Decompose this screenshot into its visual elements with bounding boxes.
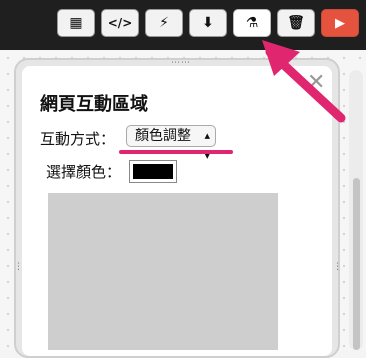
lightning-icon: ⚡ [159, 15, 169, 31]
lab-button[interactable]: ⚗ [233, 9, 271, 37]
scrollbar-thumb[interactable] [353, 178, 360, 350]
interaction-mode-label: 互動方式： [40, 130, 116, 148]
right-resize-handle[interactable]: ⋮ [333, 262, 342, 272]
top-toolbar: ▦ </> ⚡ ⬇ ⚗ 🗑 ▶ [0, 0, 366, 50]
flash-button[interactable]: ⚡ [145, 9, 183, 37]
trash-icon: 🗑 [287, 15, 305, 31]
interaction-mode-value: 顏色調整 [135, 128, 191, 144]
qr-code-button[interactable]: ▦ [57, 9, 95, 37]
color-picker[interactable] [129, 160, 177, 183]
panel-title: 網頁互動區域 [40, 94, 148, 115]
highlight-underline [119, 150, 233, 154]
select-arrows-icon: ▴ ▾ [204, 129, 210, 162]
preview-area [48, 193, 278, 350]
delete-button[interactable]: 🗑 [277, 9, 315, 37]
run-button[interactable]: ▶ [321, 9, 359, 37]
download-box-icon: ⬇ [202, 15, 214, 31]
code-icon: </> [107, 16, 133, 30]
close-icon[interactable]: ✕ [307, 70, 325, 95]
code-view-button[interactable]: </> [101, 9, 139, 37]
color-swatch [133, 164, 173, 179]
play-icon: ▶ [335, 15, 345, 31]
color-picker-label: 選擇顏色： [46, 163, 122, 181]
interaction-mode-select[interactable]: 顏色調整 ▴ ▾ [126, 125, 216, 162]
flask-icon: ⚗ [245, 15, 259, 31]
qr-code-icon: ▦ [69, 15, 83, 31]
download-button[interactable]: ⬇ [189, 9, 227, 37]
